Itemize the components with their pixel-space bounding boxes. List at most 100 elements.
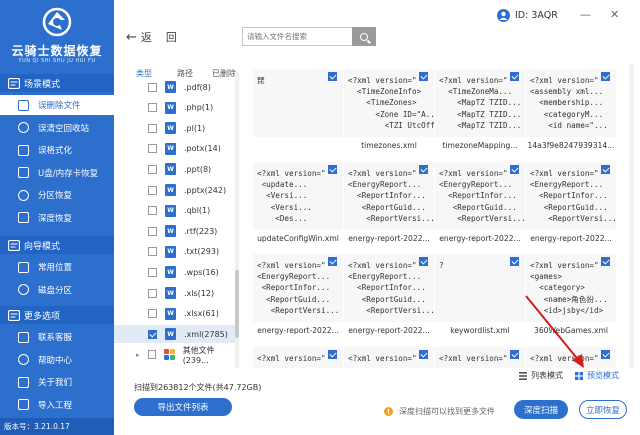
file-type-checkbox[interactable]: [148, 82, 157, 92]
sidebar-item-0-3[interactable]: U盘/内存卡恢复: [0, 163, 114, 183]
recover-now-button[interactable]: 立即恢复: [579, 400, 627, 419]
file-type-row[interactable]: W .pl(1): [114, 119, 238, 137]
document-file-icon: W: [165, 142, 176, 155]
file-type-checkbox[interactable]: [148, 103, 157, 113]
file-checkbox[interactable]: [419, 350, 428, 359]
file-checkbox[interactable]: [510, 257, 519, 266]
document-file-icon: W: [165, 225, 176, 238]
deep-scan-button[interactable]: 深度扫描: [514, 400, 568, 419]
file-card[interactable]: <?xml version=" <TimeZoneMa... <MapTZ TZ…: [435, 69, 525, 161]
file-card[interactable]: <?xml version=" <TimeZoneInfo> <TimeZone…: [344, 69, 434, 161]
scrollbar-thumb[interactable]: [235, 270, 239, 338]
file-type-checkbox[interactable]: [148, 164, 157, 174]
sidebar-section-label: 更多选项: [24, 311, 61, 322]
file-type-checkbox[interactable]: [148, 185, 157, 195]
file-checkbox[interactable]: [601, 350, 610, 359]
grid-scrollbar[interactable]: [629, 64, 634, 368]
sidebar-item-0-2[interactable]: 误格式化: [0, 140, 114, 160]
file-type-checkbox[interactable]: [148, 123, 157, 133]
file-card[interactable]: <?xml version=" <EnergyReport... <Report…: [253, 254, 343, 346]
file-card[interactable]: <?xml version=" <games> <category> <name…: [526, 254, 616, 346]
sidebar-item-0-4[interactable]: 分区恢复: [0, 185, 114, 205]
file-checkbox[interactable]: [601, 72, 610, 81]
file-card[interactable]: <?xml version=": [253, 347, 343, 368]
file-checkbox[interactable]: [419, 165, 428, 174]
file-type-row[interactable]: W .xml(2785): [114, 325, 238, 344]
file-card[interactable]: <?xml version=" <update... <Versi... <Ve…: [253, 162, 343, 254]
search-box: [242, 27, 376, 46]
file-checkbox[interactable]: [510, 165, 519, 174]
file-type-checkbox[interactable]: [148, 288, 157, 298]
import-icon: [18, 399, 29, 410]
sidebar-item-0-1[interactable]: 误清空回收站: [0, 118, 114, 138]
file-type-checkbox[interactable]: [148, 309, 157, 319]
file-card[interactable]: <?xml version=" <EnergyReport... <Report…: [435, 162, 525, 254]
sidebar-item-0-5[interactable]: 深度恢复: [0, 208, 114, 228]
file-type-checkbox[interactable]: [148, 206, 157, 216]
file-card[interactable]: <?xml version=": [344, 347, 434, 368]
file-type-row[interactable]: W .pdf(8): [114, 78, 238, 96]
file-type-checkbox[interactable]: [148, 247, 157, 257]
file-checkbox[interactable]: [419, 257, 428, 266]
type-list-scrollbar[interactable]: [235, 72, 239, 368]
export-list-button[interactable]: 导出文件列表: [134, 398, 232, 416]
file-type-row[interactable]: W .pptx(242): [114, 181, 238, 199]
file-type-row[interactable]: W .ppt(8): [114, 160, 238, 178]
sidebar-item-2-0[interactable]: 联系客服: [0, 327, 114, 347]
sidebar-item-2-3[interactable]: 导入工程: [0, 395, 114, 415]
file-name: energy-report-2022...: [348, 234, 430, 243]
file-checkbox[interactable]: [419, 72, 428, 81]
sidebar-item-0-0[interactable]: 误删除文件: [0, 95, 114, 115]
sidebar-item-label: 联系客服: [38, 333, 73, 343]
sidebar-item-1-1[interactable]: 磁盘分区: [0, 280, 114, 300]
sidebar-item-2-1[interactable]: 帮助中心: [0, 350, 114, 370]
file-checkbox[interactable]: [328, 257, 337, 266]
minimize-button[interactable]: —: [580, 8, 591, 21]
list-mode-toggle[interactable]: 列表模式: [519, 370, 563, 381]
file-type-row[interactable]: ▸ 其他文件(239...: [114, 346, 238, 365]
sidebar-item-1-0[interactable]: 常用位置: [0, 257, 114, 277]
file-type-row[interactable]: W .qbl(1): [114, 202, 238, 220]
file-type-checkbox[interactable]: [148, 226, 157, 236]
file-card[interactable]: <?xml version=" <EnergyReport... <Report…: [526, 162, 616, 254]
file-type-row[interactable]: W .txt(293): [114, 243, 238, 261]
expand-arrow-icon[interactable]: ▸: [136, 351, 146, 359]
file-checkbox[interactable]: [510, 350, 519, 359]
file-type-row[interactable]: W .xlsx(61): [114, 305, 238, 323]
file-type-row[interactable]: W .potx(14): [114, 140, 238, 158]
file-card[interactable]: 琵: [253, 69, 343, 161]
file-checkbox[interactable]: [328, 165, 337, 174]
file-card[interactable]: ? keywordlist.xml: [435, 254, 525, 346]
search-input[interactable]: [243, 28, 351, 45]
file-checkbox[interactable]: [328, 72, 337, 81]
back-button[interactable]: ← 返 回: [126, 29, 177, 45]
close-button[interactable]: ✕: [610, 8, 619, 21]
search-button[interactable]: [352, 27, 376, 46]
file-type-row[interactable]: W .xls(12): [114, 284, 238, 302]
file-card[interactable]: <?xml version=": [435, 347, 525, 368]
file-type-checkbox[interactable]: [148, 267, 157, 277]
file-type-row[interactable]: W .php(1): [114, 99, 238, 117]
file-type-checkbox[interactable]: [147, 350, 157, 360]
hint-text: 深度扫描可以找到更多文件: [399, 407, 495, 416]
file-type-checkbox[interactable]: [148, 329, 157, 339]
preview-mode-toggle[interactable]: 预览模式: [575, 370, 619, 381]
sidebar-item-2-2[interactable]: 关于我们: [0, 372, 114, 392]
file-card[interactable]: <?xml version=" <EnergyReport... <Report…: [344, 162, 434, 254]
file-card[interactable]: <?xml version=": [526, 347, 616, 368]
file-preview-text: <?xml version=" <TimeZoneMa... <MapTZ TZ…: [439, 76, 522, 130]
file-type-row[interactable]: W .wps(16): [114, 263, 238, 281]
file-checkbox[interactable]: [510, 72, 519, 81]
home-label[interactable]: 回: [166, 29, 177, 45]
document-file-icon: W: [165, 122, 176, 135]
sidebar-item-label: 误删除文件: [38, 101, 81, 111]
sidebar-item-label: 误格式化: [38, 146, 73, 156]
file-type-row[interactable]: W .rtf(223): [114, 222, 238, 240]
file-type-label: .potx(14): [184, 144, 221, 154]
file-card[interactable]: <?xml version=" <assembly xml... <member…: [526, 69, 616, 161]
file-checkbox[interactable]: [601, 257, 610, 266]
file-checkbox[interactable]: [601, 165, 610, 174]
file-type-checkbox[interactable]: [148, 144, 157, 154]
file-checkbox[interactable]: [328, 350, 337, 359]
file-card[interactable]: <?xml version=" <EnergyReport... <Report…: [344, 254, 434, 346]
